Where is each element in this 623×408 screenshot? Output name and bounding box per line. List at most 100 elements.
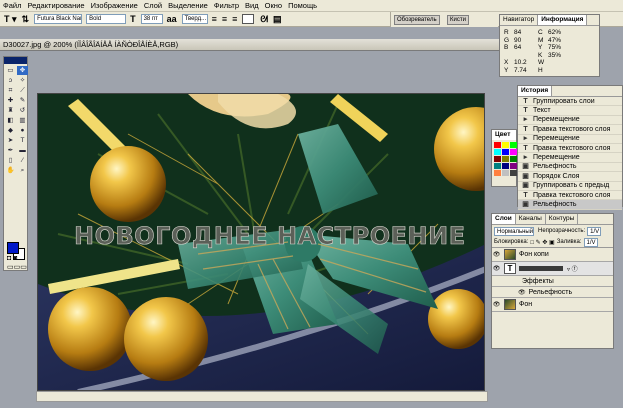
shape-tool-icon[interactable]: ▬ [17, 146, 28, 155]
palettes-icon[interactable]: ▤ [273, 14, 282, 25]
color-swatch[interactable] [494, 142, 501, 148]
color-swatch[interactable] [494, 163, 501, 169]
menu-item[interactable]: Выделение [168, 1, 208, 10]
text-tool-icon[interactable]: T ▾ [4, 14, 17, 25]
blend-mode-select[interactable]: Нормальный [494, 226, 534, 236]
history-item[interactable]: T Правка текстового слоя [518, 191, 622, 201]
history-item[interactable]: ▣ Группировать с предыд [518, 182, 622, 191]
hand-tool-icon[interactable]: ✋ [5, 166, 16, 175]
color-swatch[interactable] [494, 170, 501, 176]
fx-icon[interactable]: ▿ ⓕ [567, 264, 578, 273]
effects-row[interactable]: Эффекты [492, 276, 613, 287]
align-right-icon[interactable]: ≡ [232, 14, 237, 24]
pen-tool-icon[interactable]: ✒ [5, 146, 16, 155]
tab-info[interactable]: Информация [538, 15, 588, 25]
eyedropper-tool-icon[interactable]: ⁄ [17, 156, 28, 165]
menu-item[interactable]: Фильтр [214, 1, 239, 10]
history-item[interactable]: T Группировать слои [518, 97, 622, 107]
color-swatch[interactable] [510, 163, 517, 169]
menu-item[interactable]: Вид [245, 1, 259, 10]
tab-channels[interactable]: Каналы [516, 214, 546, 224]
orientation-icon[interactable]: ⇅ [22, 14, 30, 25]
history-item[interactable]: T Правка текстового слоя [518, 144, 622, 154]
eye-icon[interactable]: 👁 [492, 265, 501, 272]
tab-color[interactable]: Цвет [492, 130, 516, 140]
warp-text-icon[interactable]: ᘛ [260, 14, 268, 25]
antialias-select[interactable]: Тверд... [181, 14, 208, 24]
history-item[interactable]: ▸ Перемещение [518, 153, 622, 163]
color-swatch[interactable] [502, 163, 509, 169]
color-swatch[interactable] [510, 142, 517, 148]
eraser-tool-icon[interactable]: ◧ [5, 116, 16, 125]
gradient-tool-icon[interactable]: ▥ [17, 116, 28, 125]
effect-row-emboss[interactable]: 👁 Рельефность [492, 287, 613, 298]
magic-wand-tool-icon[interactable]: ✧ [17, 76, 28, 85]
history-item[interactable]: ▣ Порядок Слоя [518, 172, 622, 182]
tab-paths[interactable]: Контуры [546, 214, 579, 224]
layer-row-background[interactable]: 👁 Фон [492, 298, 613, 312]
opacity-input[interactable]: 1/V [587, 226, 602, 236]
zoom-tool-icon[interactable]: ⌕ [17, 166, 28, 175]
history-item[interactable]: ▣ Рельефность [518, 200, 622, 210]
stamp-tool-icon[interactable]: ♜ [5, 106, 16, 115]
color-swatch[interactable] [502, 170, 509, 176]
tab-brushes[interactable]: Кисти [447, 15, 469, 25]
menu-item[interactable]: Слой [144, 1, 162, 10]
eye-icon[interactable]: 👁 [492, 301, 501, 308]
color-swatch[interactable] [494, 156, 501, 162]
dodge-tool-icon[interactable]: ● [17, 126, 28, 135]
quickmask-icon[interactable]: ◘ ◙ [7, 255, 17, 262]
text-color-swatch[interactable] [242, 14, 255, 24]
tab-layers[interactable]: Слои [492, 214, 516, 224]
font-family-select[interactable]: Futura Black Narr... [34, 14, 83, 24]
align-center-icon[interactable]: ≡ [222, 14, 227, 24]
document-canvas[interactable]: НОВОГОДНЕЕ НАСТРОЕНИЕ [37, 93, 485, 391]
history-item-label: Рельефность [533, 163, 577, 171]
marquee-tool-icon[interactable]: ▭ [5, 66, 16, 75]
align-left-icon[interactable]: ≡ [212, 14, 217, 24]
color-swatch[interactable] [494, 149, 501, 155]
menu-item[interactable]: Файл [3, 1, 21, 10]
history-brush-icon[interactable]: ↺ [17, 106, 28, 115]
font-style-select[interactable]: Bold [86, 14, 127, 24]
history-item[interactable]: T Правка текстового слоя [518, 125, 622, 135]
slice-tool-icon[interactable]: ⟋ [17, 86, 28, 95]
foreground-color-swatch[interactable] [7, 242, 19, 254]
notes-tool-icon[interactable]: ▯ [5, 156, 16, 165]
history-item[interactable]: ▸ Перемещение [518, 135, 622, 144]
brush-tool-icon[interactable]: ✎ [17, 96, 28, 105]
color-swatch[interactable] [510, 149, 517, 155]
tab-navigator[interactable]: Навигатор [500, 15, 539, 25]
color-swatch[interactable] [510, 170, 517, 176]
color-swatch[interactable] [502, 149, 509, 155]
color-swatch[interactable] [502, 142, 509, 148]
path-select-icon[interactable]: ➤ [5, 136, 16, 145]
effect-label: Рельефность [528, 288, 573, 296]
tab-file-browser[interactable]: Обозреватель [394, 15, 440, 25]
move-tool-icon[interactable]: ✥ [17, 66, 28, 75]
color-swatch[interactable] [510, 156, 517, 162]
effect-eye-icon[interactable]: 👁 [518, 289, 526, 296]
tab-history[interactable]: История [518, 86, 553, 96]
type-tool-icon[interactable]: T [17, 136, 28, 145]
layer-row-bg-copy[interactable]: 👁 Фон копи [492, 248, 613, 262]
history-item[interactable]: ▸ Перемещение [518, 116, 622, 126]
menu-item[interactable]: Изображение [91, 1, 138, 10]
lasso-tool-icon[interactable]: ↄ [5, 76, 16, 85]
fill-input[interactable]: 1/V [583, 237, 598, 247]
screen-mode-icon[interactable]: ▭▭▭ [7, 263, 27, 271]
horizontal-scrollbar[interactable] [36, 391, 488, 402]
healing-tool-icon[interactable]: ✚ [5, 96, 16, 105]
lock-icons[interactable]: □ ✎ ✥ ▣ [530, 239, 554, 246]
color-swatch[interactable] [502, 156, 509, 162]
eye-icon[interactable]: 👁 [492, 251, 501, 258]
layer-row-text[interactable]: 👁 T ▿ ⓕ [492, 262, 613, 276]
crop-tool-icon[interactable]: ⌗ [5, 86, 16, 95]
menu-item[interactable]: Окно [265, 1, 282, 10]
menu-item[interactable]: Помощь [288, 1, 317, 10]
font-size-select[interactable]: 38 пт [140, 14, 163, 24]
history-item[interactable]: ▣ Рельефность [518, 163, 622, 173]
menu-item[interactable]: Редактирование [27, 1, 84, 10]
history-item[interactable]: T Текст [518, 106, 622, 116]
blur-tool-icon[interactable]: ◆ [5, 126, 16, 135]
